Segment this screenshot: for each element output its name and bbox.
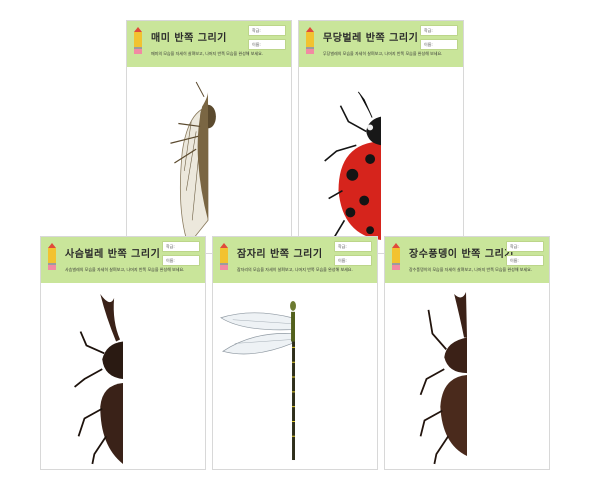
name-field[interactable]: 이름: [506,255,544,266]
class-field[interactable]: 학급: [248,25,286,36]
dragonfly-half-image [220,300,296,461]
instruction-text: 잠자리의 모습을 자세히 살펴보고, 나머지 반쪽 모습을 완성해 보세요. [237,267,353,272]
class-field[interactable]: 학급: [334,241,372,252]
wave-edge [385,275,549,283]
name-field[interactable]: 이름: [248,39,286,50]
instruction-text: 무당벌레의 모습을 자세히 살펴보고, 나머지 반쪽 모습을 완성해 보세요. [323,51,443,56]
worksheet-title: 장수풍뎅이 반쪽 그리기 [409,249,514,260]
class-field[interactable]: 학급: [162,241,200,252]
worksheet-card-dragonfly: 잠자리 반쪽 그리기 학급: 이름: 잠자리의 모습을 자세히 살펴보고, 나머… [212,236,378,470]
pencil-icon [306,27,314,54]
wave-edge [213,275,377,283]
class-field[interactable]: 학급: [420,25,458,36]
cicada-half-image [170,81,216,246]
worksheet-title: 무당벌레 반쪽 그리기 [323,33,419,44]
instruction-text: 매미의 모습을 자세히 살펴보고, 나머지 반쪽 모습을 완성해 보세요. [151,51,264,56]
name-field[interactable]: 이름: [420,39,458,50]
wave-edge [41,275,205,283]
student-fields: 학급: 이름: [334,241,372,269]
worksheet-card-stag-beetle: 사슴벌레 반쪽 그리기 학급: 이름: 사슴벌레의 모습을 자세히 살펴보고, … [40,236,206,470]
pencil-icon [48,243,56,270]
student-fields: 학급: 이름: [248,25,286,53]
name-field[interactable]: 이름: [162,255,200,266]
name-field[interactable]: 이름: [334,255,372,266]
instruction-text: 장수풍뎅이의 모습을 자세히 살펴보고, 나머지 반쪽 모습을 완성해 보세요. [409,267,533,272]
worksheet-title: 매미 반쪽 그리기 [151,33,227,44]
stag-beetle-half-image [74,294,123,465]
ladybug-half-image [324,91,381,241]
instruction-text: 사슴벌레의 모습을 자세히 살펴보고, 나머지 반쪽 모습을 완성해 보세요. [65,267,185,272]
worksheet-title: 잠자리 반쪽 그리기 [237,249,323,260]
pencil-icon [392,243,400,270]
worksheet-card-cicada: 매미 반쪽 그리기 학급: 이름: 매미의 모습을 자세히 살펴보고, 나머지 … [126,20,292,254]
rhinoceros-beetle-half-image [419,292,467,465]
student-fields: 학급: 이름: [420,25,458,53]
worksheet-title: 사슴벌레 반쪽 그리기 [65,249,161,260]
class-field[interactable]: 학급: [506,241,544,252]
student-fields: 학급: 이름: [162,241,200,269]
wave-edge [299,59,463,67]
pencil-icon [220,243,228,270]
worksheet-card-ladybug: 무당벌레 반쪽 그리기 학급: 이름: 무당벌레의 모습을 자세히 살펴보고, … [298,20,464,254]
wave-edge [127,59,291,67]
pencil-icon [134,27,142,54]
student-fields: 학급: 이름: [506,241,544,269]
worksheet-card-rhinoceros-beetle: 장수풍뎅이 반쪽 그리기 학급: 이름: 장수풍뎅이의 모습을 자세히 살펴보고… [384,236,550,470]
